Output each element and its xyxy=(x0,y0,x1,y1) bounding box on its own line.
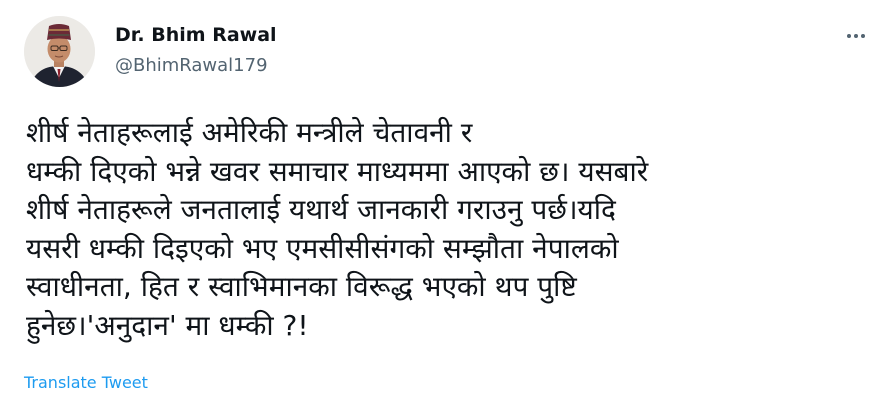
ellipsis-icon xyxy=(847,34,851,38)
translate-tweet-link[interactable]: Translate Tweet xyxy=(24,373,148,392)
tweet-text-line: शीर्ष नेताहरूलाई अमेरिकी मन्त्रीले चेताव… xyxy=(26,116,473,149)
tweet-text-line: यसरी धम्की दिइएको भए एमसीसीसंगको सम्झौता… xyxy=(26,231,619,265)
ellipsis-icon xyxy=(861,34,865,38)
author-name[interactable]: Dr. Bhim Rawal xyxy=(115,24,277,46)
tweet-text: शीर्ष नेताहरूलाई अमेरिकी मन्त्रीले चेताव… xyxy=(26,114,866,345)
avatar-photo xyxy=(24,16,95,87)
tweet-text-line: शीर्ष नेताहरूले जनतालाई यथार्थ जानकारी ग… xyxy=(26,193,616,226)
avatar[interactable] xyxy=(24,16,95,87)
tweet-text-line: धम्की दिएको भन्ने खवर समाचार माध्यममा आए… xyxy=(26,154,649,188)
tweet-text-line: स्वाधीनता, हित र स्वाभिमानका विरूद्ध भएक… xyxy=(26,270,577,303)
tweet-text-line: हुनेछ।'अनुदान' मा धम्की ?! xyxy=(26,308,309,342)
tweet-card: Dr. Bhim Rawal @BhimRawal179 शीर्ष नेताह… xyxy=(0,0,893,412)
tweet-header: Dr. Bhim Rawal @BhimRawal179 xyxy=(24,16,877,88)
ellipsis-icon xyxy=(854,34,858,38)
more-options-button[interactable] xyxy=(841,23,871,49)
author-handle[interactable]: @BhimRawal179 xyxy=(115,55,268,76)
